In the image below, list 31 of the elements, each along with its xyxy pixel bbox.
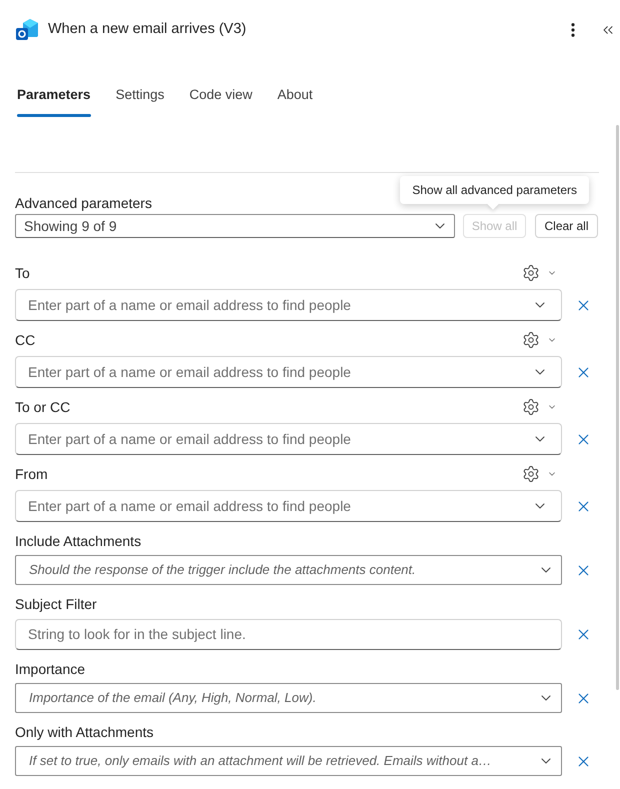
field-label: Advanced parameters — [15, 194, 152, 213]
field-label: Only with Attachments — [15, 723, 154, 742]
settings-icon[interactable] — [522, 465, 540, 483]
tab[interactable]: Code view — [189, 79, 252, 117]
people-picker-field[interactable]: Enter part of a name or email address to find people — [15, 423, 562, 455]
settings-icon[interactable] — [522, 331, 540, 349]
field-label: Include Attachments — [15, 532, 142, 551]
people-picker-field[interactable]: Enter part of a name or email address to find people — [15, 289, 562, 321]
scrollbar-thumb[interactable] — [616, 125, 619, 690]
dropdown-field[interactable]: Importance of the email (Any, High, Normal, Low). — [15, 683, 562, 713]
tab[interactable]: Settings — [116, 79, 164, 117]
tab[interactable]: About — [277, 79, 313, 117]
tooltip-pointer — [487, 198, 499, 210]
field-label: Importance — [15, 660, 86, 679]
field-label: CC — [15, 331, 36, 350]
input-field[interactable]: String to look for in the subject line. — [15, 619, 562, 650]
field-label: To or CC — [15, 398, 70, 417]
dropdown-field[interactable]: Should the response of the trigger include the attachments content. — [15, 555, 562, 585]
settings-icon[interactable] — [522, 264, 540, 282]
dropdown-field[interactable]: Showing 9 of 9 — [15, 214, 455, 238]
field-label: Subject Filter — [15, 595, 97, 614]
tab[interactable]: Parameters — [17, 79, 91, 117]
panel-title: When a new email arrives (V3) — [48, 20, 246, 40]
action-button[interactable]: Clear all — [535, 214, 598, 238]
field-label: From — [15, 465, 48, 484]
dropdown-field[interactable]: If set to true, only emails with an attachment will be retrieved. Emails without a… — [15, 746, 562, 776]
field-label: To — [15, 264, 30, 283]
mail-app-icon — [15, 18, 39, 42]
people-picker-field[interactable]: Enter part of a name or email address to find people — [15, 356, 562, 388]
people-picker-field[interactable]: Enter part of a name or email address to find people — [15, 490, 562, 522]
settings-icon[interactable] — [522, 398, 540, 416]
